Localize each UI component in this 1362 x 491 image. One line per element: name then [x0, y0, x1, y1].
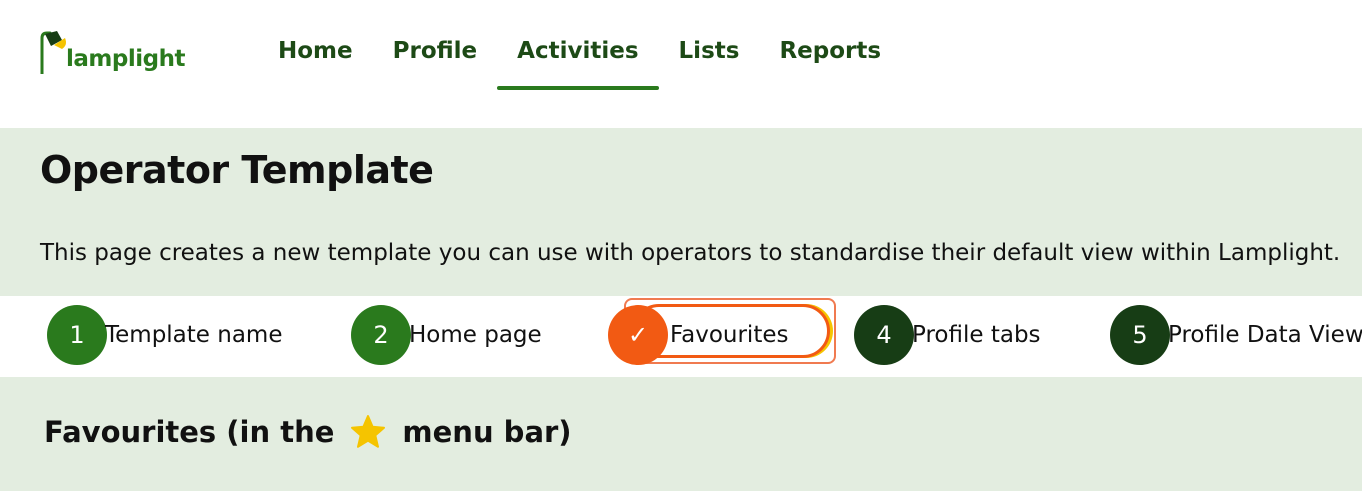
nav-item-activities[interactable]: Activities — [497, 22, 659, 90]
nav-item-reports[interactable]: Reports — [759, 22, 901, 88]
page-title: Operator Template — [40, 148, 434, 192]
lamp-icon — [40, 31, 66, 74]
step-favourites[interactable]: ✓ Favourites — [608, 305, 788, 365]
step-label: Profile Data View — [1168, 322, 1362, 348]
step-number: 4 — [854, 305, 914, 365]
main-nav: Home Profile Activities Lists Reports — [258, 22, 901, 90]
checkmark-icon: ✓ — [608, 305, 668, 365]
step-profile-data-view[interactable]: 5 Profile Data View — [1110, 305, 1362, 365]
section-title: Favourites (in the menu bar) — [44, 414, 572, 450]
step-label: Home page — [409, 322, 542, 348]
step-home-page[interactable]: 2 Home page — [351, 305, 542, 365]
star-icon — [351, 415, 386, 448]
step-profile-tabs[interactable]: 4 Profile tabs — [854, 305, 1041, 365]
nav-item-lists[interactable]: Lists — [659, 22, 760, 88]
section-title-suffix: menu bar) — [402, 415, 572, 449]
lamplight-logo[interactable]: lamplight — [38, 30, 185, 74]
step-number: 5 — [1110, 305, 1170, 365]
nav-item-profile[interactable]: Profile — [373, 22, 498, 88]
wizard-steps: 1 Template name 2 Home page ✓ Favourites… — [0, 296, 1362, 377]
step-label: Profile tabs — [912, 322, 1041, 348]
step-template-name[interactable]: 1 Template name — [47, 305, 283, 365]
step-number: 2 — [351, 305, 411, 365]
top-navigation-bar: lamplight Home Profile Activities Lists … — [0, 0, 1362, 128]
step-label: Favourites — [670, 322, 789, 348]
section-title-prefix: Favourites (in the — [44, 415, 335, 449]
step-number: 1 — [47, 305, 107, 365]
nav-item-home[interactable]: Home — [258, 22, 373, 88]
step-label: Template name — [105, 322, 283, 348]
page-description: This page creates a new template you can… — [40, 240, 1341, 266]
logo-text: lamplight — [66, 46, 185, 72]
